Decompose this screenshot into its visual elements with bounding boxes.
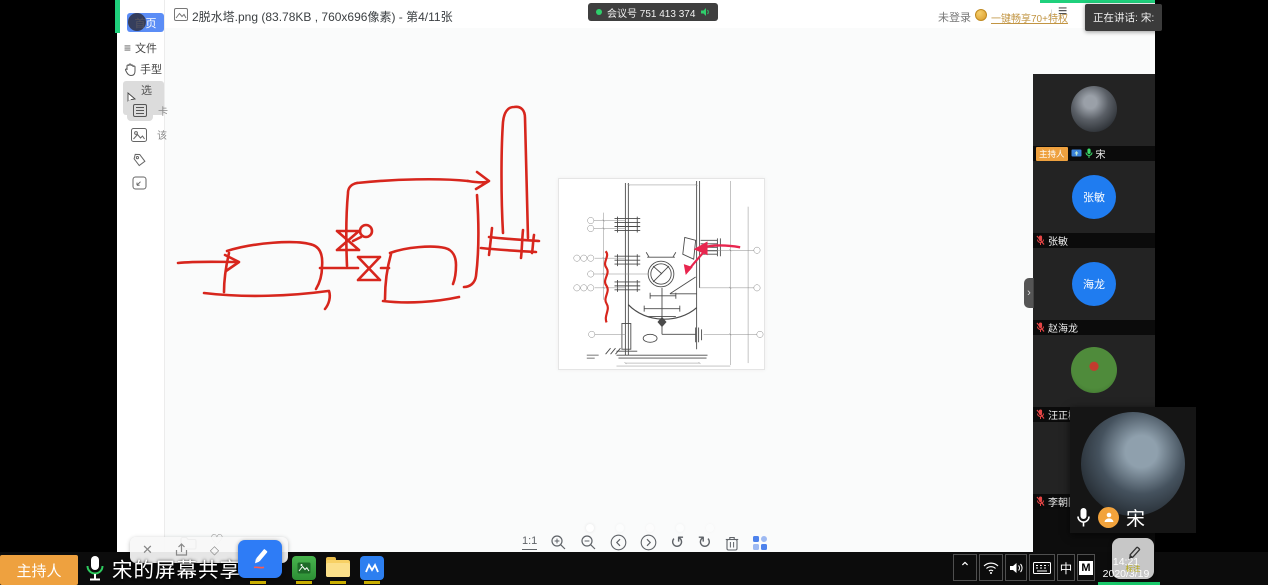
taskbar-active-indicator: [296, 581, 312, 584]
participant-name: 宋: [1096, 146, 1106, 161]
pagination-dot[interactable]: [616, 524, 624, 532]
meeting-id-badge[interactable]: 会议号 751 413 374: [588, 3, 718, 21]
screen-share-icon: [1071, 149, 1082, 158]
meeting-status-dot: [596, 9, 602, 15]
mic-muted-icon: [1036, 322, 1045, 333]
zoom-in-button[interactable]: [550, 534, 567, 551]
speaking-tooltip: 正在讲话: 宋:: [1085, 4, 1162, 31]
menu-icon[interactable]: ≡: [1058, 3, 1067, 21]
pagination-dot[interactable]: [586, 524, 594, 532]
wifi-icon[interactable]: [979, 554, 1003, 581]
clipped-text: 卡: [158, 103, 168, 118]
clipped-text: 该: [157, 127, 167, 142]
list-view-icon: [133, 104, 147, 117]
pagination-dots: [586, 524, 714, 532]
vessel-drawing: [559, 179, 764, 369]
taskbar-active-indicator: [330, 581, 346, 584]
participant-tile[interactable]: 海龙 赵海龙: [1033, 248, 1155, 335]
pagination-dot[interactable]: [706, 524, 714, 532]
mic-on-icon: [1085, 148, 1093, 159]
sidebar-item-tag[interactable]: [130, 152, 148, 168]
participant-name: 张敏: [1048, 233, 1068, 248]
microphone-icon: [84, 554, 106, 582]
mic-muted-icon: [1036, 496, 1045, 507]
cursor-blob-icon: [128, 13, 146, 31]
person-icon: [1098, 507, 1119, 528]
avatar: [1081, 412, 1185, 516]
viewer-topbar: 2脱水塔.png (83.78KB , 760x696像素) - 第4/11张 …: [117, 0, 1155, 28]
file-info: 2脱水塔.png (83.78KB , 760x696像素) - 第4/11张: [192, 8, 453, 25]
technical-drawing-image: [558, 178, 765, 370]
sidebar-item-hand[interactable]: 手型: [124, 61, 162, 77]
next-page-button[interactable]: [640, 534, 657, 551]
participant-name: 赵海龙: [1048, 320, 1078, 335]
login-status[interactable]: 未登录: [938, 9, 971, 25]
image-file-icon: [174, 8, 188, 21]
file-explorer-icon[interactable]: [326, 563, 350, 577]
window-edge-highlight: [115, 0, 120, 33]
grid-view-button[interactable]: [752, 535, 768, 551]
pencil-icon: [249, 547, 271, 571]
taskbar-active-indicator: [364, 581, 380, 584]
undo-button[interactable]: ↺: [670, 534, 684, 551]
meeting-id-label: 会议号 751 413 374: [607, 5, 695, 20]
avatar-initials: 海龙: [1072, 262, 1116, 306]
window-edge-highlight: [1040, 0, 1155, 3]
pagination-dot[interactable]: [646, 524, 654, 532]
blue-app-icon[interactable]: [360, 556, 384, 580]
sidebar-item-list-view[interactable]: [127, 100, 153, 121]
host-badge: 主持人: [1036, 147, 1068, 161]
speaker-icon: [700, 7, 710, 17]
mic-muted-icon: [1036, 409, 1045, 420]
fit-actual-size-button[interactable]: 1:1: [522, 535, 537, 549]
vip-coin-icon: [975, 9, 987, 21]
viewer-toolbar: 1:1 ↺ ↻: [522, 534, 768, 551]
tray-expand-button[interactable]: ⌃: [953, 554, 977, 581]
annotation-pen-button[interactable]: [238, 540, 282, 578]
avatar: [1071, 86, 1117, 132]
volume-icon[interactable]: [1005, 554, 1027, 581]
host-role-badge: 主持人: [0, 555, 78, 585]
ime-chinese-indicator[interactable]: 中: [1057, 554, 1075, 581]
taskbar-active-indicator: [250, 581, 266, 584]
participant-tile[interactable]: 主持人 宋: [1033, 74, 1155, 161]
redo-button[interactable]: ↻: [698, 534, 712, 551]
pagination-dot[interactable]: [676, 524, 684, 532]
annotate-overlay-button[interactable]: 标注: [1112, 538, 1154, 579]
hand-icon: [124, 63, 136, 76]
photos-app-icon[interactable]: [292, 556, 316, 580]
active-speaker-window[interactable]: 宋: [1070, 407, 1196, 533]
tag-icon: [132, 153, 147, 168]
delete-button[interactable]: [725, 535, 739, 551]
sidebar-item-page-jump[interactable]: [130, 175, 148, 191]
tools-sidebar: 首页 ≡文件 手型 选择: [117, 0, 165, 552]
mic-muted-icon: [1036, 235, 1045, 246]
sidebar-item-file[interactable]: ≡文件: [124, 40, 157, 56]
topbar-divider: |: [1050, 7, 1053, 21]
page-jump-icon: [132, 176, 147, 190]
panel-collapse-handle[interactable]: ›: [1024, 278, 1034, 308]
file-menu-icon: ≡: [124, 42, 131, 54]
avatar-initials: 张敏: [1072, 175, 1116, 219]
screen-share-status: 宋的屏幕共享: [112, 553, 241, 583]
prev-page-button[interactable]: [610, 534, 627, 551]
pencil-icon: [1124, 545, 1143, 565]
speaker-name: 宋: [1126, 504, 1145, 531]
touch-keyboard-icon[interactable]: [1029, 554, 1055, 581]
sidebar-item-image[interactable]: [130, 127, 148, 143]
annotate-label: 标注: [1126, 565, 1141, 573]
avatar: [1071, 347, 1117, 393]
microphone-icon: [1076, 507, 1091, 528]
image-icon: [131, 128, 147, 142]
participant-tile[interactable]: 张敏 张敏: [1033, 161, 1155, 248]
vip-promo-link[interactable]: 一键畅享70+特权: [991, 10, 1068, 25]
screen: 2脱水塔.png (83.78KB , 760x696像素) - 第4/11张 …: [0, 0, 1268, 585]
zoom-out-button[interactable]: [580, 534, 597, 551]
